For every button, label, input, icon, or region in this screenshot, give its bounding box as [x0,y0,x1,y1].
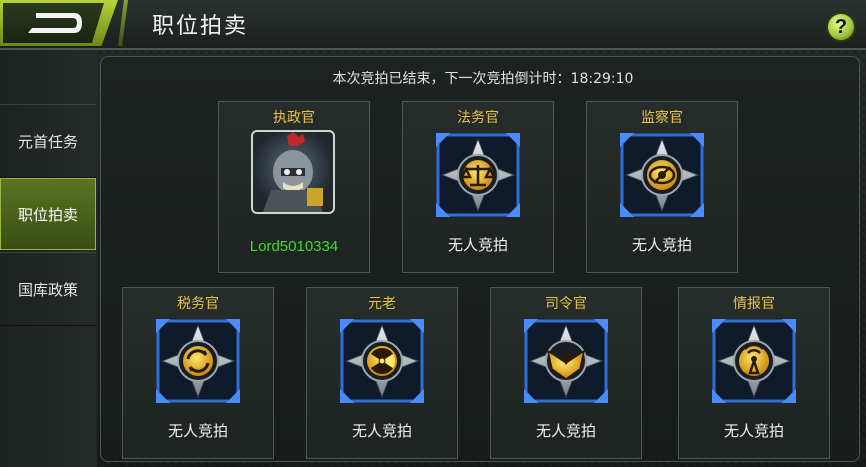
help-button[interactable]: ? [826,12,856,42]
page-title: 职位拍卖 [152,14,249,39]
sidebar-item-treasury-policy[interactable]: 国库政策 [0,252,96,326]
position-name: 情报官 [733,296,775,312]
position-name: 司令官 [545,296,587,312]
position-card-inspector[interactable]: 监察官 无人竞拍 [586,101,738,273]
position-name: 法务官 [457,110,499,126]
position-card-tax[interactable]: 税务官 无人竞拍 [122,287,274,459]
sidebar-item-position-auction[interactable]: 职位拍卖 [0,178,96,250]
back-button[interactable] [0,0,118,46]
sidebar: 元首任务 职位拍卖 国库政策 [0,50,97,467]
sidebar-item-leader-missions[interactable]: 元首任务 [0,104,96,178]
countdown-text: 本次竞拍已结束，下一次竞拍倒计时：18:29:10 [332,71,634,87]
scales-icon [434,131,522,219]
top-bar: 职位拍卖 ? [0,0,866,50]
position-name: 监察官 [641,110,683,126]
position-card-consul[interactable]: 执政官 Lord5010334 [218,101,370,273]
position-card-elder[interactable]: 元老 无人竞拍 [306,287,458,459]
auction-status: 无人竞拍 [351,422,412,440]
auction-status: 无人竞拍 [167,422,228,440]
position-holder[interactable]: Lord5010334 [219,238,369,255]
auction-status: 无人竞拍 [447,236,508,254]
eye-icon [618,131,706,219]
commander-portrait [251,130,335,214]
back-arrow-icon [28,13,82,33]
position-card-intelligence[interactable]: 情报官 无人竞拍 [678,287,830,459]
position-card-commander[interactable]: 司令官 无人竞拍 [490,287,642,459]
position-name: 元老 [368,296,396,312]
auction-status: 无人竞拍 [723,422,784,440]
auction-status: 无人竞拍 [631,236,692,254]
position-name: 税务官 [177,296,219,312]
signal-icon [710,317,798,405]
eagle-icon [522,317,610,405]
title-separator [118,0,128,46]
position-name: 执政官 [273,110,315,126]
exchange-icon [154,317,242,405]
radiation-icon [338,317,426,405]
auction-status: 无人竞拍 [535,422,596,440]
position-card-justice[interactable]: 法务官 无人竞拍 [402,101,554,273]
